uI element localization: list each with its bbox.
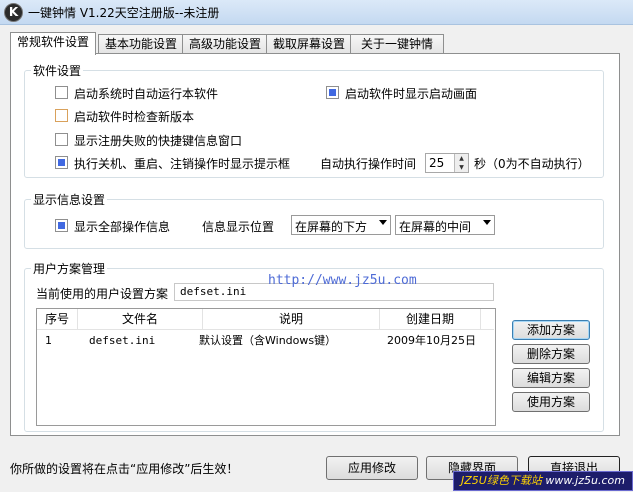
column-header-desc[interactable]: 说明 bbox=[203, 309, 380, 330]
badge-site: www.jz5u.com bbox=[545, 474, 625, 487]
window-title: 一键钟情 V1.22天空注册版--未注册 bbox=[28, 6, 220, 20]
delete-plan-button[interactable]: 删除方案 bbox=[512, 344, 590, 364]
row-desc: 默认设置（含Windows键） bbox=[199, 334, 337, 347]
vertical-position-select[interactable]: 在屏幕的下方 bbox=[291, 215, 391, 235]
row-date: 2009年10月25日 bbox=[387, 334, 476, 347]
site-logo-badge: JZ5U绿色下载站 www.jz5u.com bbox=[453, 471, 633, 491]
autostart-label: 启动系统时自动运行本软件 bbox=[74, 87, 219, 101]
row-file: defset.ini bbox=[89, 334, 156, 347]
splash-checkbox[interactable] bbox=[326, 86, 339, 99]
current-plan-label: 当前使用的用户设置方案 bbox=[36, 287, 169, 301]
show-all-label: 显示全部操作信息 bbox=[74, 220, 171, 234]
tab-screenshot[interactable]: 截取屏幕设置 bbox=[266, 34, 352, 54]
title-bar: K 一键钟情 V1.22天空注册版--未注册 bbox=[0, 0, 633, 25]
autostart-checkbox[interactable] bbox=[55, 86, 68, 99]
chevron-down-icon bbox=[483, 220, 491, 225]
auto-time-unit: 秒（0为不自动执行） bbox=[474, 157, 590, 171]
use-plan-button[interactable]: 使用方案 bbox=[512, 392, 590, 412]
show-all-checkbox[interactable] bbox=[55, 219, 68, 232]
software-settings-label: 软件设置 bbox=[31, 62, 84, 79]
edit-plan-button[interactable]: 编辑方案 bbox=[512, 368, 590, 388]
check-update-checkbox[interactable] bbox=[55, 109, 68, 122]
tab-about[interactable]: 关于一键钟情 bbox=[350, 34, 444, 54]
app-icon: K bbox=[4, 3, 23, 22]
column-header-file[interactable]: 文件名 bbox=[78, 309, 203, 330]
horizontal-position-value: 在屏幕的中间 bbox=[399, 220, 472, 234]
splash-label: 启动软件时显示启动画面 bbox=[345, 87, 478, 101]
column-header-filler bbox=[481, 309, 494, 330]
vertical-position-value: 在屏幕的下方 bbox=[295, 220, 368, 234]
hotkey-fail-checkbox[interactable] bbox=[55, 133, 68, 146]
display-settings-label: 显示信息设置 bbox=[31, 191, 108, 208]
shutdown-prompt-checkbox[interactable] bbox=[55, 156, 68, 169]
add-plan-button[interactable]: 添加方案 bbox=[512, 320, 590, 340]
row-no: 1 bbox=[45, 334, 52, 347]
plans-table: 序号 文件名 说明 创建日期 1 defset.ini 默认设置（含Window… bbox=[36, 308, 496, 426]
tab-basic[interactable]: 基本功能设置 bbox=[98, 34, 184, 54]
column-header-no[interactable]: 序号 bbox=[37, 309, 78, 330]
spinner-arrows-icon[interactable]: ▲ ▼ bbox=[454, 154, 468, 172]
plans-label: 用户方案管理 bbox=[31, 260, 108, 277]
position-label: 信息显示位置 bbox=[202, 220, 275, 234]
horizontal-position-select[interactable]: 在屏幕的中间 bbox=[395, 215, 495, 235]
hotkey-fail-label: 显示注册失败的快捷键信息窗口 bbox=[74, 134, 243, 148]
auto-time-label: 自动执行操作时间 bbox=[320, 157, 417, 171]
chevron-down-icon bbox=[379, 220, 387, 225]
site-watermark: http://www.jz5u.com bbox=[268, 273, 417, 288]
badge-brand: JZ5U绿色下载站 bbox=[461, 474, 542, 487]
auto-time-value: 25 bbox=[429, 156, 445, 170]
tab-general[interactable]: 常规软件设置 bbox=[10, 32, 96, 55]
status-text: 你所做的设置将在点击“应用修改”后生效！ bbox=[10, 462, 239, 476]
check-update-label: 启动软件时检查新版本 bbox=[74, 110, 195, 124]
apply-button[interactable]: 应用修改 bbox=[326, 456, 418, 480]
shutdown-prompt-label: 执行关机、重启、注销操作时显示提示框 bbox=[74, 157, 291, 171]
column-header-date[interactable]: 创建日期 bbox=[380, 309, 481, 330]
current-plan-value: defset.ini bbox=[180, 285, 247, 298]
auto-time-spinner[interactable]: 25 ▲ ▼ bbox=[425, 153, 469, 173]
tab-advanced[interactable]: 高级功能设置 bbox=[182, 34, 268, 54]
